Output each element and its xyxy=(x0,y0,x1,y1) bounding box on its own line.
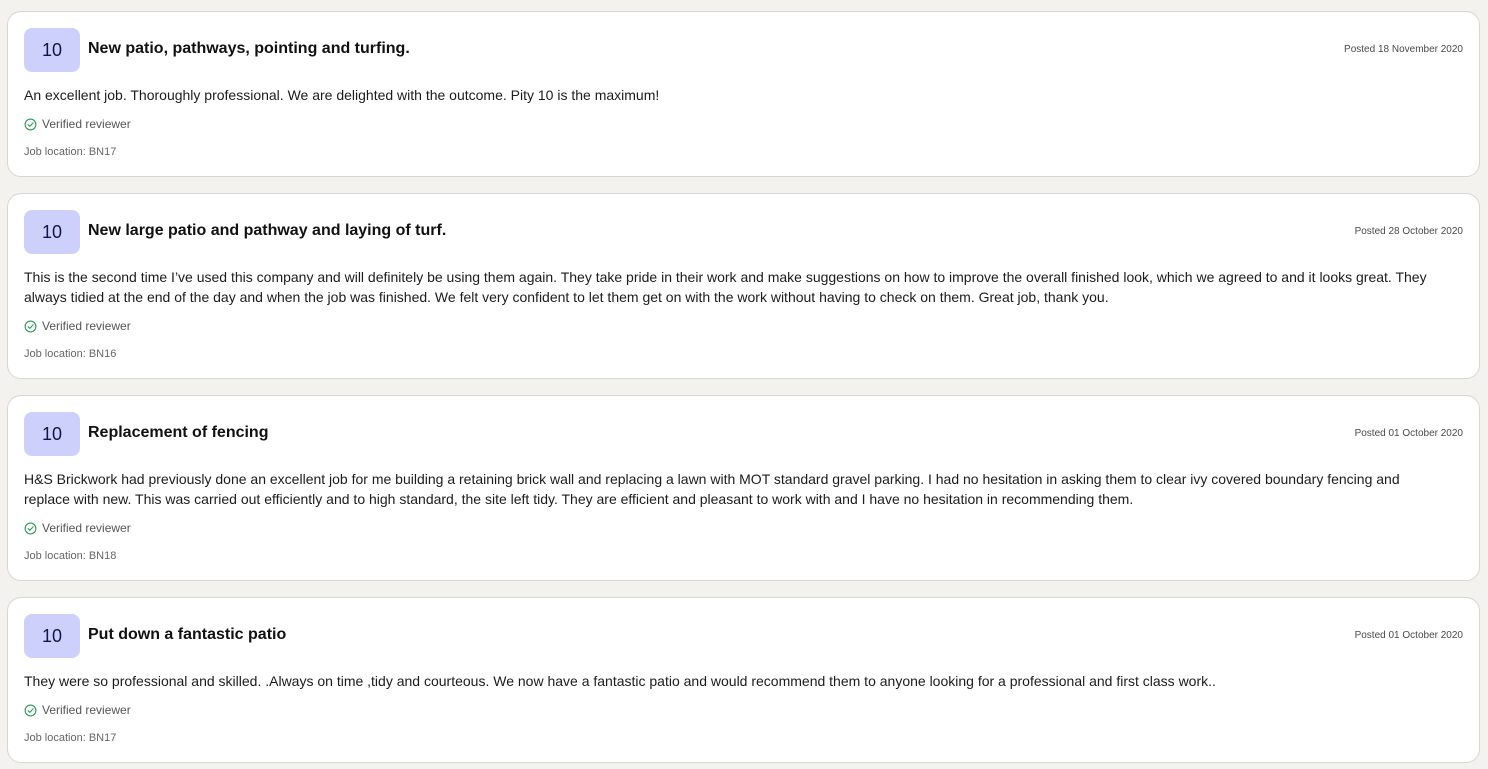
review-list: 10 New patio, pathways, pointing and tur… xyxy=(7,11,1480,763)
review-card: 10 New patio, pathways, pointing and tur… xyxy=(7,11,1480,177)
job-location: Job location: BN18 xyxy=(24,550,117,562)
verified-label: Verified reviewer xyxy=(42,521,131,535)
verified-reviewer: Verified reviewer xyxy=(24,117,131,131)
review-text: H&S Brickwork had previously done an exc… xyxy=(24,471,1400,507)
review-card: 10 Put down a fantastic patio Posted 01 … xyxy=(7,597,1480,763)
score-badge: 10 xyxy=(24,614,80,658)
review-title: Put down a fantastic patio xyxy=(88,626,287,643)
posted-date: Posted 01 October 2020 xyxy=(1354,630,1463,641)
verified-label: Verified reviewer xyxy=(42,319,131,333)
review-text: An excellent job. Thoroughly professiona… xyxy=(24,87,660,103)
review-text: This is the second time I’ve used this c… xyxy=(24,269,1427,305)
review-title: New patio, pathways, pointing and turfin… xyxy=(88,40,410,57)
review-title: New large patio and pathway and laying o… xyxy=(88,222,447,239)
check-circle-icon xyxy=(24,704,37,716)
verified-reviewer: Verified reviewer xyxy=(24,521,131,535)
job-location: Job location: BN17 xyxy=(24,146,117,158)
check-circle-icon xyxy=(24,320,37,332)
score-badge: 10 xyxy=(24,28,80,72)
verified-reviewer: Verified reviewer xyxy=(24,319,131,333)
verified-label: Verified reviewer xyxy=(42,703,131,717)
posted-date: Posted 18 November 2020 xyxy=(1344,44,1463,55)
posted-date: Posted 28 October 2020 xyxy=(1354,226,1463,237)
review-text: They were so professional and skilled. .… xyxy=(24,673,1216,689)
job-location: Job location: BN17 xyxy=(24,732,117,744)
review-card: 10 New large patio and pathway and layin… xyxy=(7,193,1480,379)
score-badge: 10 xyxy=(24,412,80,456)
review-title: Replacement of fencing xyxy=(88,424,269,441)
verified-reviewer: Verified reviewer xyxy=(24,703,131,717)
score-badge: 10 xyxy=(24,210,80,254)
verified-label: Verified reviewer xyxy=(42,117,131,131)
job-location: Job location: BN16 xyxy=(24,348,117,360)
check-circle-icon xyxy=(24,118,37,130)
posted-date: Posted 01 October 2020 xyxy=(1354,428,1463,439)
review-card: 10 Replacement of fencing Posted 01 Octo… xyxy=(7,395,1480,581)
check-circle-icon xyxy=(24,522,37,534)
